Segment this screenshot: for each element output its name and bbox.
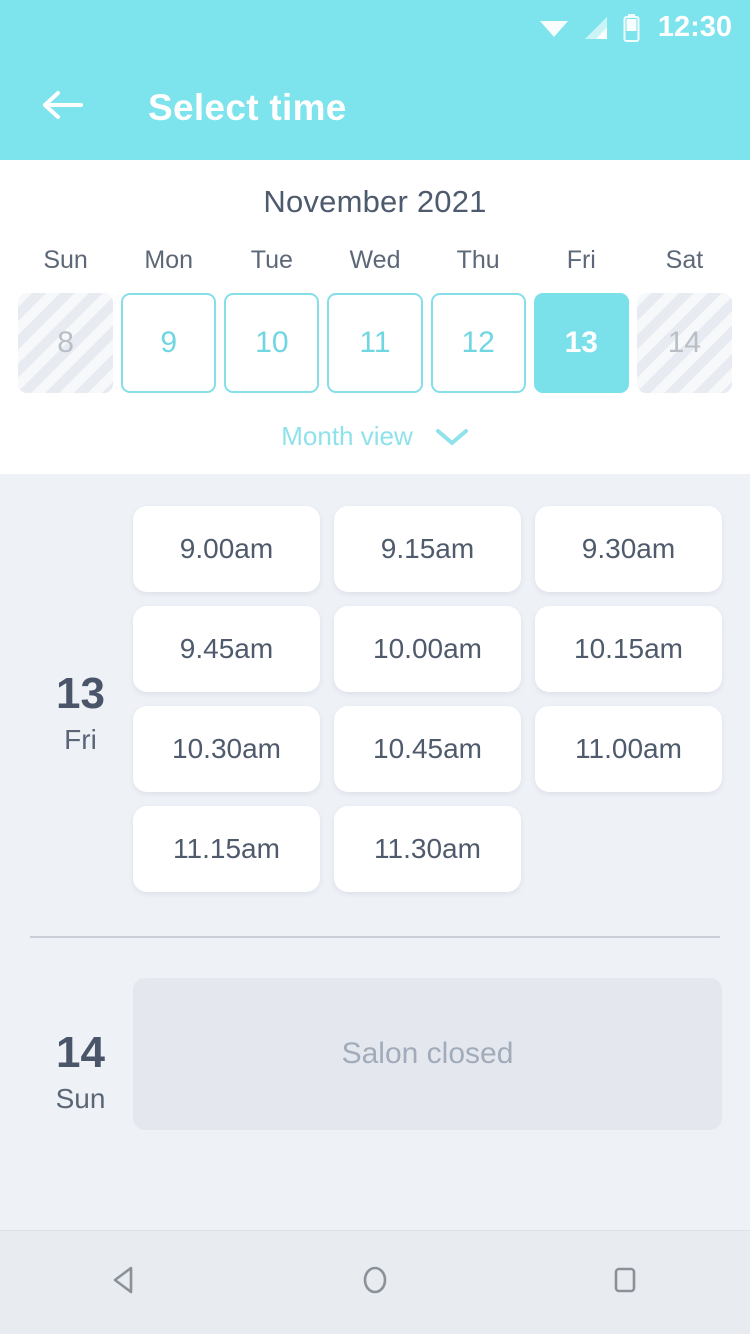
schedule-day-number: 13	[56, 669, 105, 718]
calendar-day-cell[interactable]: 9	[121, 293, 217, 393]
app-bar: Select time	[0, 55, 750, 160]
signal-icon	[583, 15, 609, 41]
schedule-content: 13 Fri 9.00am 9.15am 9.30am 9.45am 10.00…	[0, 474, 750, 1230]
time-slot[interactable]: 9.30am	[535, 506, 722, 592]
schedule-day-label: 14 Sun	[28, 978, 133, 1130]
page-title: Select time	[148, 86, 347, 128]
wifi-icon	[539, 15, 569, 41]
time-slot-grid: 9.00am 9.15am 9.30am 9.45am 10.00am 10.1…	[133, 498, 722, 892]
schedule-day-number: 14	[56, 1028, 105, 1077]
time-slot[interactable]: 9.15am	[334, 506, 521, 592]
month-view-label: Month view	[281, 421, 413, 451]
calendar-month-label: November 2021	[263, 184, 487, 219]
android-nav-bar	[0, 1230, 750, 1334]
time-slot[interactable]: 10.45am	[334, 706, 521, 792]
nav-recents-icon	[607, 1262, 643, 1303]
back-button[interactable]	[34, 80, 90, 136]
calendar-day-cell[interactable]: 12	[430, 293, 526, 393]
time-slot[interactable]: 11.30am	[334, 806, 521, 892]
time-slot[interactable]: 11.00am	[535, 706, 722, 792]
time-slot[interactable]: 9.45am	[133, 606, 320, 692]
weekday-label: Sun	[43, 246, 88, 274]
weekday-label: Mon	[144, 246, 194, 274]
calendar-day-cell[interactable]: 11	[327, 293, 423, 393]
schedule-day-name: Fri	[64, 724, 97, 755]
calendar-weekday-row: Sun Mon Tue Wed Thu Fri Sat	[0, 246, 750, 275]
weekday-label: Sat	[665, 246, 704, 274]
nav-home-button[interactable]	[320, 1231, 430, 1334]
time-slot[interactable]: 10.00am	[334, 606, 521, 692]
calendar-day-cell-selected[interactable]: 13	[533, 293, 629, 393]
nav-back-button[interactable]	[70, 1231, 180, 1334]
weekday-label: Wed	[349, 246, 401, 274]
back-arrow-icon	[41, 89, 83, 126]
calendar-day-cell: 8	[18, 293, 114, 393]
battery-icon	[623, 13, 640, 42]
schedule-day-group-closed: 14 Sun Salon closed	[0, 978, 750, 1130]
chevron-down-icon	[435, 427, 469, 447]
calendar-panel: November 2021 Sun Mon Tue Wed Thu Fri Sa…	[0, 160, 750, 474]
status-bar-clock: 12:30	[657, 11, 732, 43]
time-slot[interactable]: 11.15am	[133, 806, 320, 892]
schedule-day-label: 13 Fri	[28, 498, 133, 892]
schedule-day-group: 13 Fri 9.00am 9.15am 9.30am 9.45am 10.00…	[0, 498, 750, 892]
salon-closed-banner: Salon closed	[133, 978, 722, 1130]
nav-recents-button[interactable]	[570, 1231, 680, 1334]
calendar-day-cell: 14	[636, 293, 732, 393]
time-slot[interactable]: 10.15am	[535, 606, 722, 692]
month-view-toggle[interactable]: Month view	[0, 421, 750, 452]
time-slot-placeholder	[535, 806, 722, 892]
app-root: 12:30 Select time November 2021 Sun Mon …	[0, 0, 750, 1334]
schedule-day-name: Sun	[55, 1083, 106, 1114]
status-bar: 12:30	[0, 0, 750, 55]
section-divider	[30, 936, 720, 938]
weekday-label: Thu	[456, 246, 500, 274]
weekday-label: Fri	[566, 246, 596, 274]
calendar-day-row: 8 9 10 11 12 13 14	[0, 293, 750, 393]
nav-back-icon	[107, 1262, 143, 1303]
time-slot[interactable]: 9.00am	[133, 506, 320, 592]
nav-home-icon	[357, 1262, 393, 1303]
calendar-day-cell[interactable]: 10	[224, 293, 320, 393]
time-slot[interactable]: 10.30am	[133, 706, 320, 792]
weekday-label: Tue	[250, 246, 293, 274]
